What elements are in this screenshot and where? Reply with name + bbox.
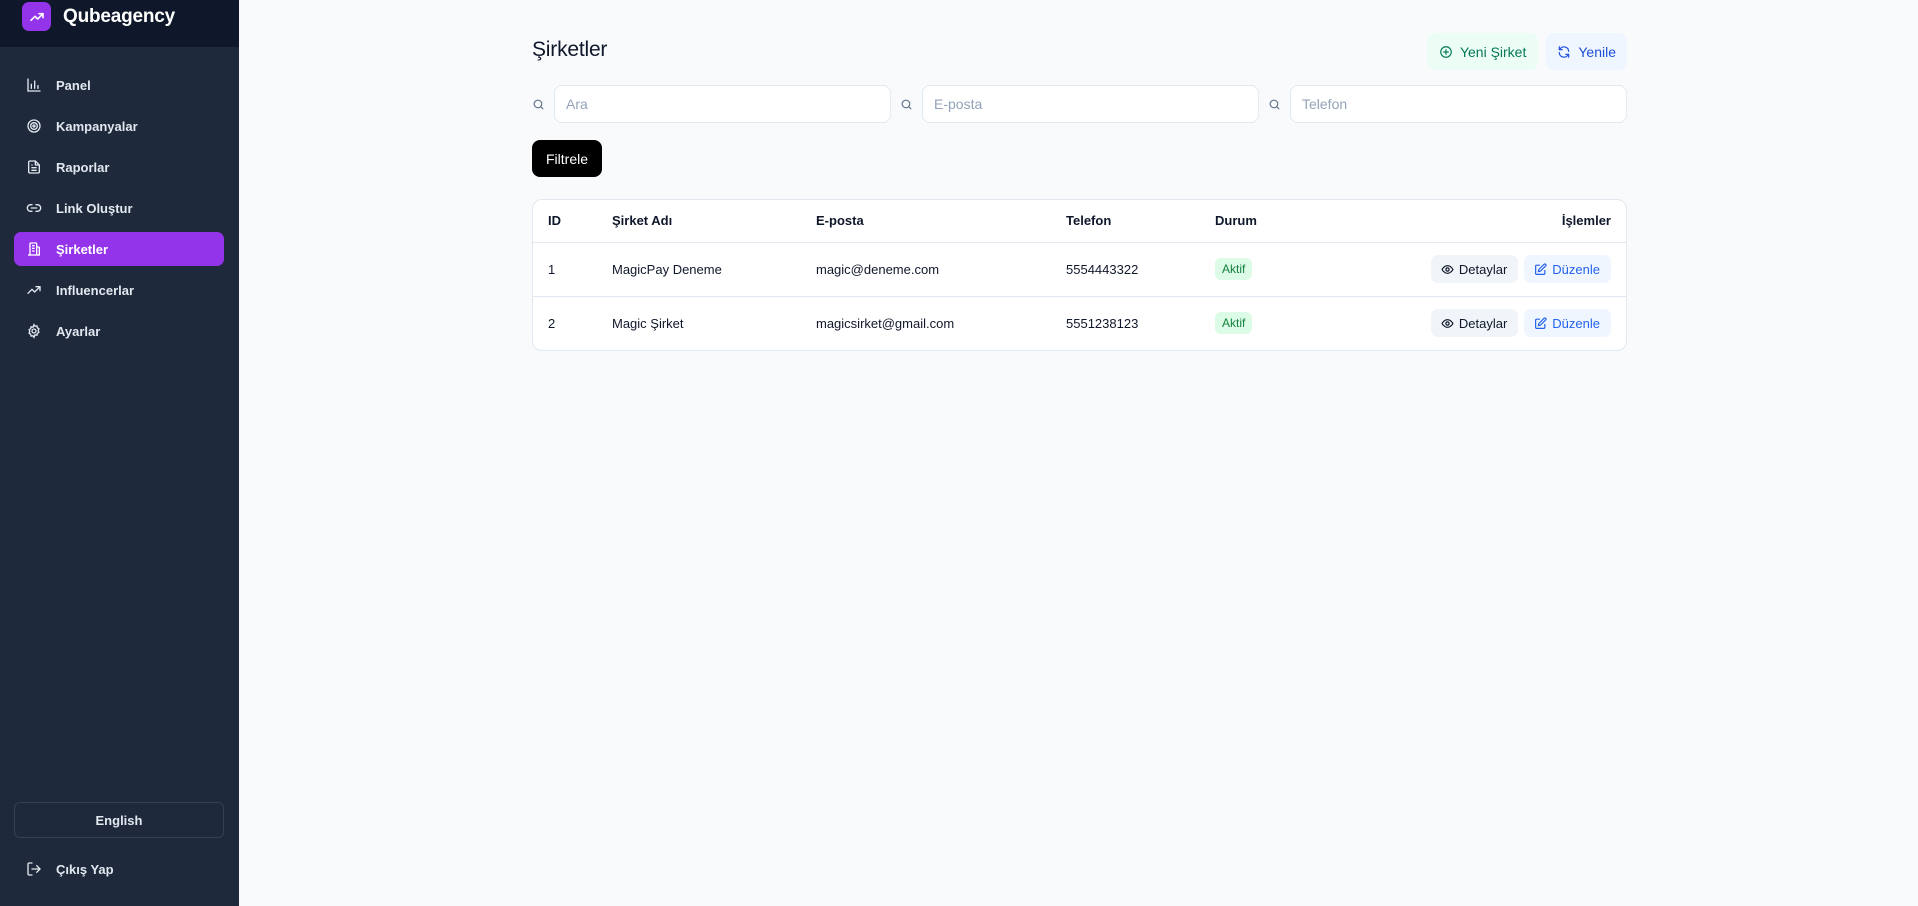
cell-id: 2 — [548, 315, 556, 331]
plus-circle-icon — [1440, 45, 1452, 58]
sidebar-nav: Panel Kampanyalar Raporlar Link Oluştur … — [14, 68, 224, 355]
sidebar-item-ayarlar[interactable]: Ayarlar — [14, 314, 224, 348]
page-title: Şirketler — [532, 38, 608, 61]
building-icon — [28, 242, 40, 256]
new-company-button[interactable]: Yeni Şirket — [1426, 33, 1539, 70]
new-company-label: Yeni Şirket — [1459, 43, 1527, 60]
sidebar-item-raporlar[interactable]: Raporlar — [14, 150, 224, 184]
cell-status: Aktif — [1200, 296, 1350, 350]
search-input[interactable] — [554, 85, 891, 123]
table-row: 2 Magic Şirket magicsirket@gmail.com 555… — [533, 296, 1626, 350]
status-badge: Aktif — [1215, 258, 1253, 280]
cell-status: Aktif — [1200, 242, 1350, 297]
sidebar-item-sirketler[interactable]: Şirketler — [14, 232, 224, 266]
sidebar-item-label: Panel — [56, 77, 91, 93]
refresh-button[interactable]: Yenile — [1546, 33, 1627, 70]
sidebar-item-kampanyalar[interactable]: Kampanyalar — [14, 109, 224, 143]
sidebar-item-label: Link Oluştur — [56, 200, 133, 216]
companies-table: ID Şirket Adı E-posta Telefon Durum İşle… — [532, 199, 1627, 351]
sidebar-item-label: Raporlar — [56, 159, 110, 175]
column-header-id: ID — [533, 200, 597, 243]
edit-button[interactable]: Düzenle — [1524, 255, 1611, 283]
column-header-actions: İşlemler — [1350, 200, 1626, 243]
row-actions: Detaylar Düzenle — [1430, 309, 1611, 338]
brand-logo-icon — [22, 2, 51, 31]
cell-email: magicsirket@gmail.com — [816, 315, 955, 331]
filter-button[interactable]: Filtrele — [532, 140, 603, 177]
file-text-icon — [28, 160, 40, 174]
link-icon — [26, 204, 42, 212]
trending-up-icon — [27, 286, 41, 294]
page-actions: Yeni Şirket Yenile — [1426, 33, 1627, 70]
details-label: Detaylar — [1458, 315, 1508, 331]
cell-email: magic@deneme.com — [801, 242, 1051, 297]
eye-icon — [1441, 318, 1454, 328]
details-label: Detaylar — [1458, 261, 1508, 277]
logout-label: Çıkış Yap — [56, 861, 114, 877]
refresh-icon — [1559, 45, 1570, 58]
column-header-status: Durum — [1200, 200, 1350, 243]
details-button[interactable]: Detaylar — [1430, 255, 1519, 283]
edit-icon — [1535, 262, 1547, 275]
cell-id: 1 — [533, 242, 597, 297]
search-icon — [901, 99, 912, 109]
details-button[interactable]: Detaylar — [1430, 309, 1519, 338]
status-badge: Aktif — [1215, 312, 1253, 335]
target-icon — [27, 119, 41, 133]
cell-phone: 5551238123 — [1066, 315, 1139, 331]
cell-actions: Detaylar Düzenle — [1350, 296, 1626, 350]
edit-button[interactable]: Düzenle — [1524, 309, 1611, 338]
sidebar-item-influencerlar[interactable]: Influencerlar — [14, 273, 224, 307]
column-header-phone: Telefon — [1051, 200, 1200, 243]
sidebar-item-label: Şirketler — [56, 241, 109, 257]
sidebar: Qubeagency Panel Kampanyalar Raporlar Li… — [0, 0, 239, 906]
cell-name: Magic Şirket — [612, 315, 684, 331]
sidebar-item-label: Influencerlar — [56, 282, 135, 298]
brand-name: Qubeagency — [63, 5, 176, 27]
search-filter — [532, 85, 891, 123]
edit-label: Düzenle — [1552, 261, 1600, 277]
column-header-email: E-posta — [801, 200, 1051, 243]
sidebar-item-link-olustur[interactable]: Link Oluştur — [14, 191, 224, 225]
email-filter — [900, 85, 1259, 123]
search-icon — [533, 99, 544, 109]
cell-phone: 5554443322 — [1051, 242, 1200, 297]
edit-label: Düzenle — [1552, 315, 1600, 331]
gear-icon — [28, 323, 40, 339]
table-row: 1 MagicPay Deneme magic@deneme.com 55544… — [533, 242, 1626, 297]
logout-icon — [27, 862, 41, 876]
sidebar-item-panel[interactable]: Panel — [14, 68, 224, 102]
email-field[interactable] — [922, 85, 1259, 123]
eye-icon — [1441, 264, 1454, 274]
cell-actions: Detaylar Düzenle — [1350, 242, 1626, 297]
phone-filter — [1268, 85, 1627, 123]
edit-icon — [1535, 317, 1547, 329]
table-header-row: ID Şirket Adı E-posta Telefon Durum İşle… — [533, 200, 1626, 243]
sidebar-item-label: Ayarlar — [56, 323, 101, 339]
row-actions: Detaylar Düzenle — [1430, 255, 1611, 283]
brand-header: Qubeagency — [0, 0, 239, 47]
search-icon — [1269, 99, 1280, 109]
language-button[interactable]: English — [14, 802, 224, 838]
filter-bar — [532, 85, 1627, 123]
bar-chart-icon — [27, 78, 41, 92]
sidebar-item-label: Kampanyalar — [56, 118, 138, 134]
logout-button[interactable]: Çıkış Yap — [14, 852, 224, 886]
refresh-label: Yenile — [1578, 43, 1616, 60]
phone-field[interactable] — [1290, 85, 1627, 123]
column-header-name: Şirket Adı — [597, 200, 801, 243]
cell-name: MagicPay Deneme — [597, 242, 801, 297]
